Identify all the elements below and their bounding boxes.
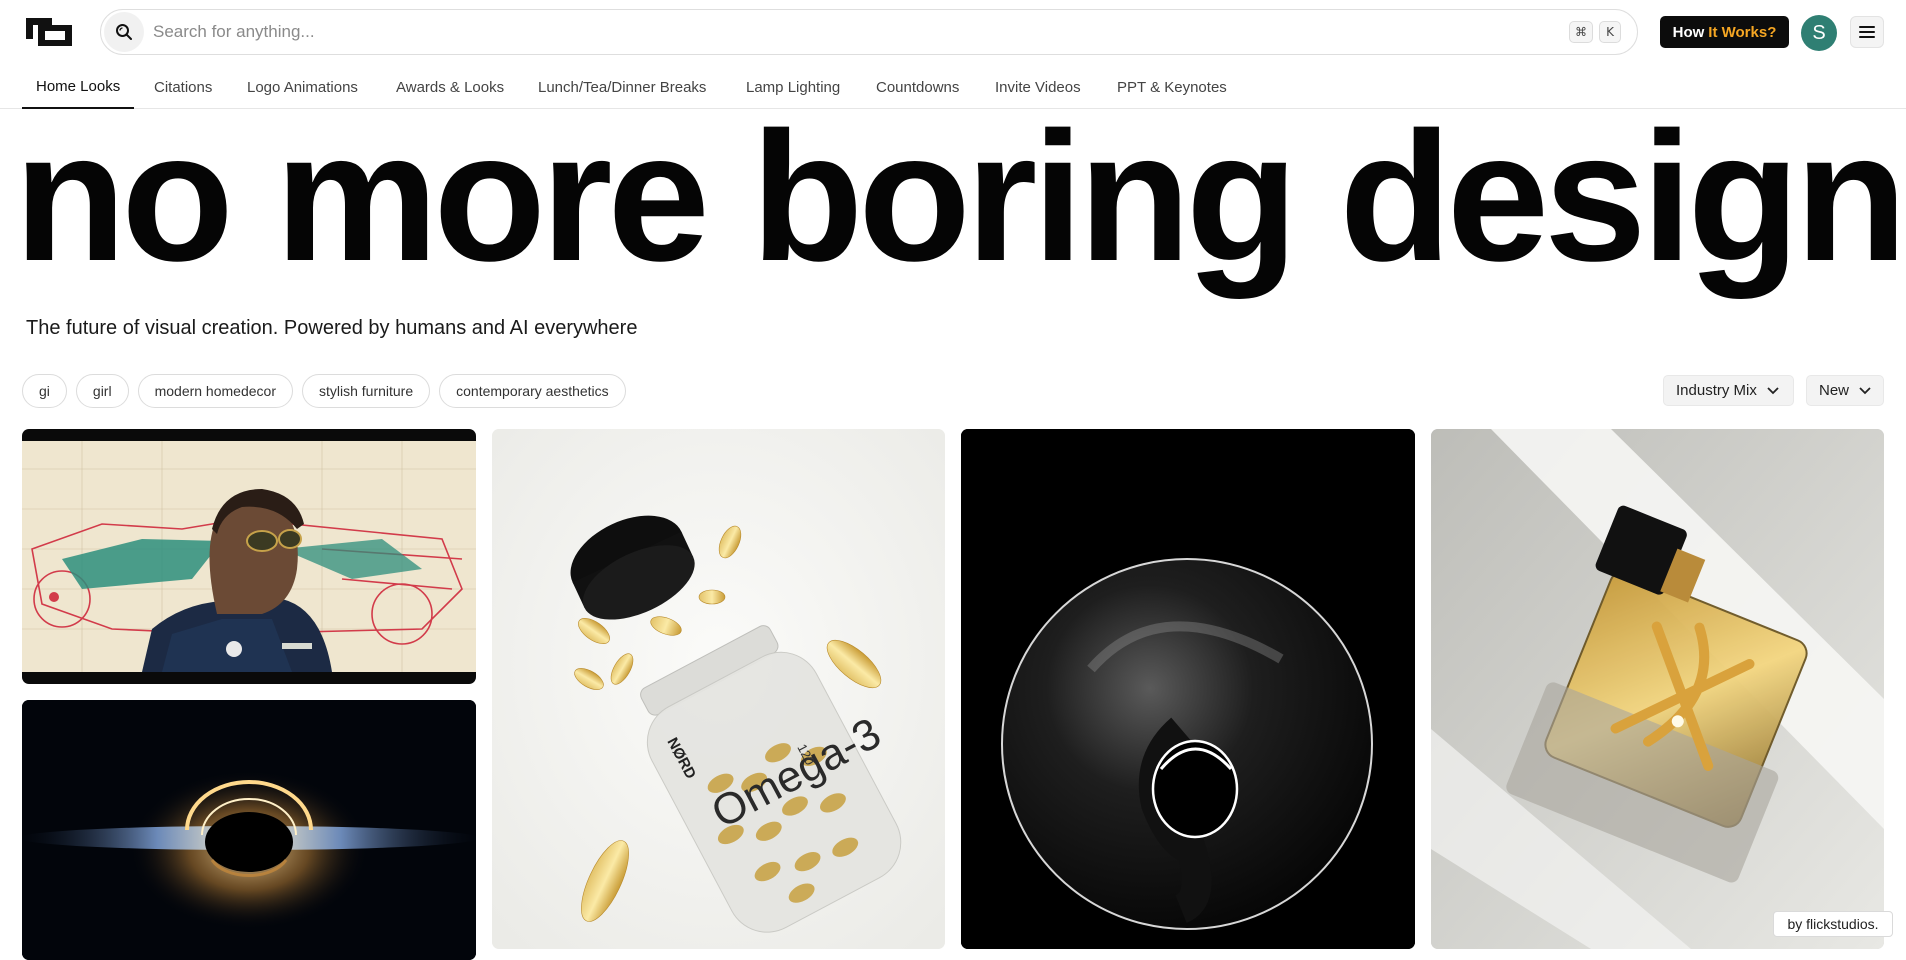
perfume-bottle-card[interactable] bbox=[1431, 429, 1884, 949]
industry-dropdown-label: Industry Mix bbox=[1676, 382, 1757, 399]
black-hole-image bbox=[22, 700, 476, 960]
chrome-torus-image bbox=[961, 429, 1415, 949]
tag-chips: gi girl modern homedecor stylish furnitu… bbox=[22, 374, 626, 408]
it-works-label: It Works? bbox=[1708, 23, 1777, 41]
search-bar[interactable]: ⌘ K bbox=[100, 9, 1638, 55]
chrome-torus-card[interactable] bbox=[961, 429, 1415, 949]
avatar-initial: S bbox=[1812, 21, 1826, 44]
chip-stylish-furniture[interactable]: stylish furniture bbox=[301, 374, 431, 408]
chip-contemporary-aesthetics[interactable]: contemporary aesthetics bbox=[439, 374, 626, 408]
hero-title: no more boring design bbox=[14, 93, 1906, 299]
chip-girl[interactable]: girl bbox=[75, 374, 129, 408]
hamburger-menu-icon[interactable] bbox=[1850, 16, 1884, 48]
chevron-down-icon bbox=[1767, 386, 1779, 394]
how-label: How bbox=[1672, 23, 1705, 41]
brand-logo-icon[interactable] bbox=[24, 16, 74, 48]
how-it-works-button[interactable]: How It Works? bbox=[1660, 16, 1789, 48]
omega-3-bottle-card[interactable]: NØRD Omega-3 120 bbox=[492, 429, 945, 949]
industry-dropdown[interactable]: Industry Mix bbox=[1663, 375, 1794, 406]
sort-dropdown-label: New bbox=[1819, 382, 1850, 399]
chip-gi[interactable]: gi bbox=[22, 374, 67, 408]
racing-driver-blueprint-card[interactable] bbox=[22, 429, 476, 684]
k-key-hint: K bbox=[1599, 21, 1621, 43]
hero-subtitle: The future of visual creation. Powered b… bbox=[26, 317, 638, 339]
perfume-image bbox=[1431, 429, 1884, 949]
command-key-hint: ⌘ bbox=[1569, 21, 1593, 43]
top-bar: ⌘ K How It Works? S bbox=[0, 0, 1906, 64]
search-input[interactable] bbox=[153, 17, 1637, 47]
racing-driver-image bbox=[22, 441, 476, 672]
omega-3-image: NØRD Omega-3 120 bbox=[492, 429, 945, 949]
user-avatar[interactable]: S bbox=[1801, 15, 1837, 51]
chevron-down-icon bbox=[1859, 386, 1871, 394]
credit-badge[interactable]: by flickstudios. bbox=[1773, 911, 1893, 937]
black-hole-card[interactable] bbox=[22, 700, 476, 960]
search-icon[interactable] bbox=[104, 12, 144, 52]
chip-modern-homedecor[interactable]: modern homedecor bbox=[137, 374, 293, 408]
sort-dropdown[interactable]: New bbox=[1806, 375, 1884, 406]
